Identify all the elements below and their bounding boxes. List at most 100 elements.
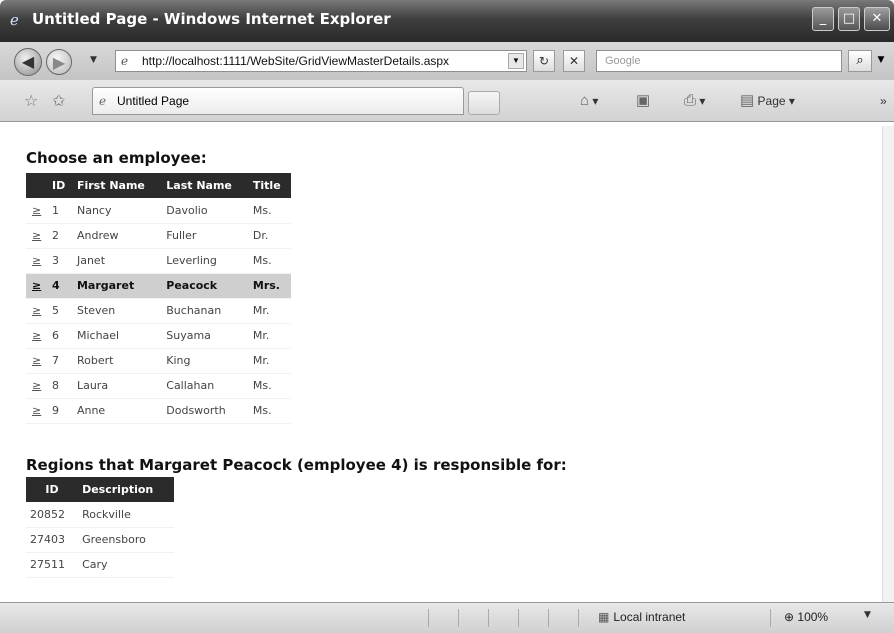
cell-region-id: 27511 [26,552,79,578]
select-column-header [26,173,48,198]
cell-description: Rockville [78,502,174,528]
select-link[interactable]: ≥ [26,198,48,224]
window-title: Untitled Page - Windows Internet Explore… [32,10,391,28]
table-row: ≥3 Janet Leverling Ms. [26,248,291,274]
vertical-scrollbar[interactable] [882,126,894,602]
select-link[interactable]: ≥ [26,348,48,374]
cell-title: Ms. [248,373,291,399]
table-row: ≥7 Robert King Mr. [26,348,291,374]
table-row: 27403 Greensboro [26,527,174,553]
cell-title: Ms. [248,198,291,224]
minimize-button[interactable]: _ [812,7,834,31]
cell-last-name: Fuller [162,223,249,249]
address-bar[interactable]: ℯ http://localhost:1111/WebSite/GridView… [115,50,527,72]
select-link[interactable]: ≥ [26,223,48,249]
zoom-label: 100% [797,610,829,624]
regions-heading: Regions that Margaret Peacock (employee … [26,456,567,474]
address-url: http://localhost:1111/WebSite/GridViewMa… [142,54,450,68]
forward-button[interactable]: ▶ [46,49,72,75]
tab-untitled-page[interactable]: ℯ Untitled Page [92,87,464,115]
maximize-button[interactable]: □ [838,7,860,31]
employees-grid: ID First Name Last Name Title ≥1 Nancy Dav… [26,173,291,424]
cell-id: 7 [48,348,73,374]
back-button[interactable]: ◀ [14,48,42,76]
cell-description: Greensboro [78,527,174,553]
close-button[interactable]: ✕ [864,7,890,31]
cell-id: 6 [48,323,73,349]
favorites-star-icon[interactable]: ☆ [24,91,38,110]
regions-header-row: ID Description [26,477,174,502]
cell-region-id: 20852 [26,502,79,528]
cell-last-name: Leverling [162,248,249,274]
feeds-icon[interactable]: ▣ [636,91,650,111]
select-link[interactable]: ≥ [26,398,48,424]
select-link[interactable]: ≥ [26,273,48,299]
cell-first-name: Anne [72,398,163,424]
select-link[interactable]: ≥ [26,248,48,274]
ie-logo-icon: ℯ [10,11,19,29]
cell-first-name: Nancy [72,198,163,224]
stop-button[interactable]: ✕ [563,50,585,72]
cell-first-name: Steven [72,298,163,324]
table-row: 27511 Cary [26,552,174,578]
home-icon[interactable]: ⌂ ▾ [580,91,598,111]
table-row: ≥6 Michael Suyama Mr. [26,323,291,349]
cell-first-name: Margaret [72,273,163,299]
search-options-icon[interactable]: ▼ [874,50,888,72]
zoom-dropdown-icon[interactable]: ▼ [864,610,871,620]
select-link[interactable]: ≥ [26,323,48,349]
zone-label: Local intranet [613,610,686,624]
select-link[interactable]: ≥ [26,373,48,399]
cell-title: Mr. [248,323,291,349]
cell-id: 8 [48,373,73,399]
search-input[interactable]: Google [596,50,842,72]
print-icon[interactable]: ⎙ ▾ [684,91,705,111]
refresh-button[interactable]: ↻ [533,50,555,72]
title-bar: ℯ Untitled Page - Windows Internet Explo… [0,0,894,42]
page-menu[interactable]: ▤ Page ▾ [740,91,795,111]
regions-grid: ID Description 20852 Rockville 27403 Greens… [26,477,174,578]
tab-label: Untitled Page [117,94,190,108]
page-menu-icon: ▤ [740,92,755,109]
recent-pages-dropdown-icon[interactable]: ▼ [90,55,97,65]
more-commands-icon[interactable]: » [880,91,887,111]
column-header-first-name: First Name [72,173,163,198]
cell-title: Dr. [248,223,291,249]
column-header-title: Title [248,173,291,198]
table-row: ≥9 Anne Dodsworth Ms. [26,398,291,424]
column-header-description: Description [78,477,174,502]
select-link[interactable]: ≥ [26,298,48,324]
cell-id: 5 [48,298,73,324]
address-toolbar: ◀ ▶ ▼ ℯ http://localhost:1111/WebSite/Gr… [0,42,894,80]
cell-first-name: Janet [72,248,163,274]
cell-description: Cary [78,552,174,578]
cell-title: Ms. [248,248,291,274]
table-row: 20852 Rockville [26,502,174,528]
cell-id: 9 [48,398,73,424]
cell-last-name: Davolio [162,198,249,224]
column-header-id: ID [48,173,73,198]
search-button[interactable]: ⌕ [848,50,872,72]
cell-title: Ms. [248,398,291,424]
cell-id: 4 [48,273,73,299]
table-row: ≥5 Steven Buchanan Mr. [26,298,291,324]
cell-last-name: King [162,348,249,374]
cell-last-name: Suyama [162,323,249,349]
address-dropdown-icon[interactable]: ▼ [508,53,524,69]
table-row: ≥4 Margaret Peacock Mrs. [26,273,291,299]
cell-title: Mrs. [248,273,291,299]
cell-last-name: Buchanan [162,298,249,324]
table-row: ≥1 Nancy Davolio Ms. [26,198,291,224]
cell-first-name: Michael [72,323,163,349]
cell-first-name: Robert [72,348,163,374]
cell-first-name: Andrew [72,223,163,249]
table-row: ≥2 Andrew Fuller Dr. [26,223,291,249]
cell-last-name: Peacock [162,273,249,299]
zoom-level[interactable]: ⊕ 100% [784,610,828,624]
security-zone[interactable]: ▦ Local intranet [598,610,685,624]
cell-last-name: Callahan [162,373,249,399]
add-favorites-icon[interactable]: ✩ [52,91,65,110]
cell-id: 2 [48,223,73,249]
new-tab-button[interactable] [468,91,500,115]
status-bar: ▦ Local intranet ⊕ 100% ▼ [0,602,894,633]
